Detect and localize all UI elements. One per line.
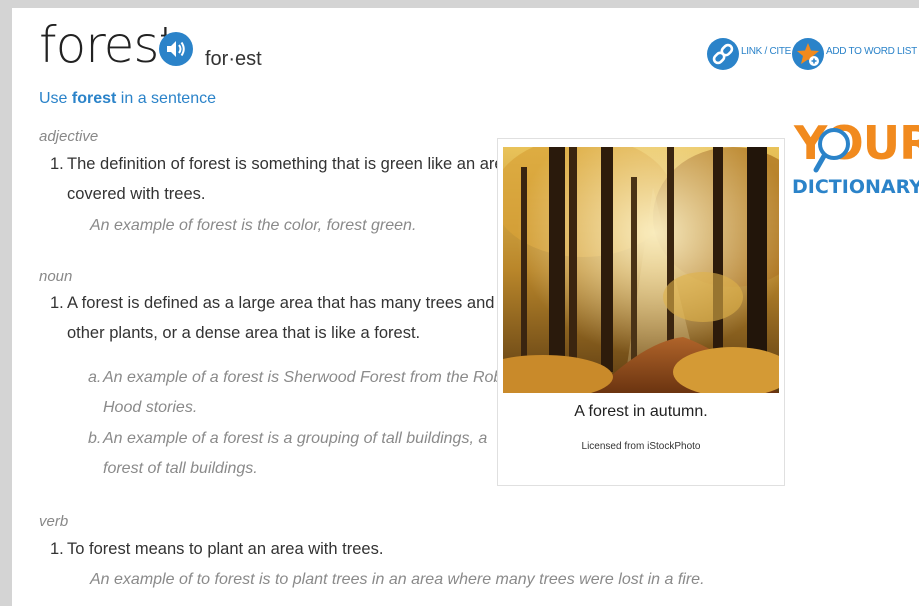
example-letter: b. — [88, 430, 102, 447]
def-text: To forest means to plant an area with tr… — [67, 540, 384, 558]
def-number: 1. — [50, 155, 64, 173]
example-text-cont: forest of tall buildings. — [103, 460, 258, 477]
def-text: A forest is defined as a large area that… — [67, 294, 495, 312]
def-text-cont: covered with trees. — [67, 185, 206, 203]
pos-adjective: adjective — [39, 128, 99, 145]
star-plus-icon — [797, 43, 819, 66]
def-number: 1. — [50, 294, 64, 312]
def-number: 1. — [50, 540, 64, 558]
example-text: An example of a forest is Sherwood Fores… — [103, 369, 515, 386]
image-license: Licensed from iStockPhoto — [581, 441, 701, 452]
image-card: A forest in autumn. Licensed from iStock… — [497, 138, 785, 486]
link-cite-button[interactable] — [707, 38, 739, 70]
add-to-word-list-button[interactable] — [792, 38, 824, 70]
pronunciation-button[interactable] — [159, 32, 193, 66]
definition-noun-1: 1. A forest is defined as a large area th… — [50, 288, 494, 348]
example-noun-a: a. An example of a forest is Sherwood For… — [88, 363, 515, 423]
dictionary-page: forest for·est Use forest in a sentence … — [12, 8, 919, 606]
image-caption: A forest in autumn. — [574, 403, 708, 420]
example-letter: a. — [88, 369, 102, 386]
example-noun-b: b. An example of a forest is a grouping o… — [88, 424, 487, 484]
link-cite-label[interactable]: LINK / CITE — [741, 46, 791, 57]
use-word: forest — [71, 90, 117, 107]
use-in-sentence-link[interactable]: Use forest in a sentence — [39, 90, 216, 108]
forest-image — [503, 147, 779, 393]
example-adjective: An example of forest is the color, fores… — [90, 217, 417, 234]
add-to-word-list-label[interactable]: ADD TO WORD LIST — [826, 46, 917, 57]
definition-adjective-1: 1. The definition of forest is something … — [50, 149, 513, 209]
forest-photo[interactable] — [503, 147, 779, 393]
example-text-cont: Hood stories. — [103, 399, 198, 416]
example-text: An example of a forest is a grouping of … — [103, 430, 488, 447]
syllabification: for·est — [205, 48, 262, 70]
pos-verb: verb — [39, 513, 69, 530]
magnifier-logo-icon — [813, 128, 850, 173]
use-suffix: in a sentence — [116, 90, 216, 107]
example-verb: An example of to forest is to plant tree… — [90, 571, 705, 588]
entry-word: forest — [39, 16, 178, 74]
link-icon — [712, 43, 734, 65]
logo-dictionary: DICTIONARY — [792, 176, 919, 198]
def-text: The definition of forest is something th… — [67, 155, 513, 173]
pos-noun: noun — [39, 268, 73, 285]
def-text-cont: other plants, or a dense area that is li… — [67, 324, 421, 342]
use-prefix: Use — [39, 90, 72, 107]
definition-verb-1: 1. To forest means to plant an area with … — [50, 534, 383, 564]
speaker-icon — [167, 41, 185, 57]
